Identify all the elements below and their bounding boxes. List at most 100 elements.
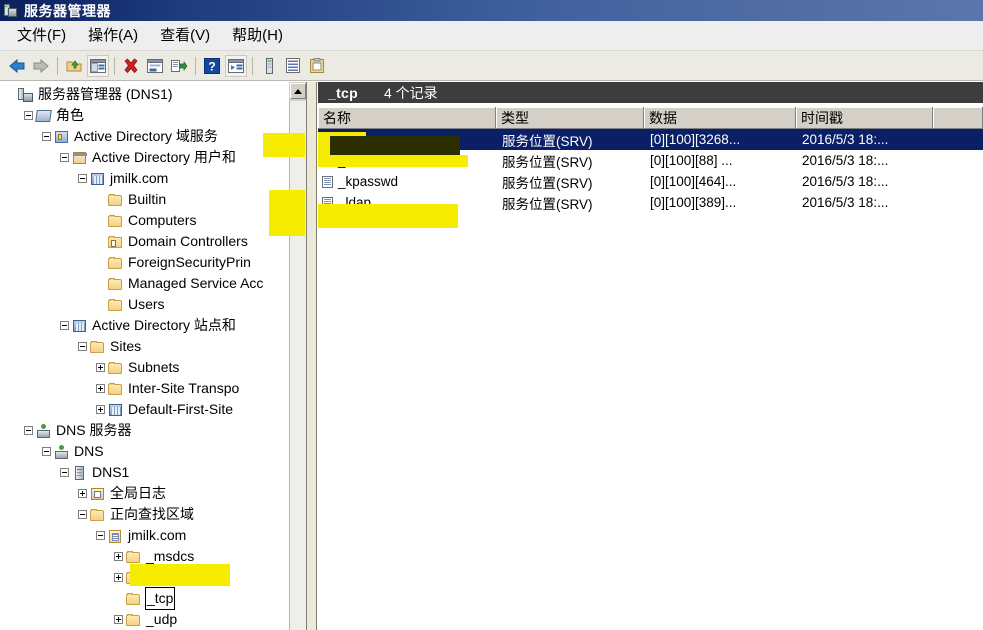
tree-item-label: _sites xyxy=(146,569,183,585)
tree-item-server-manager[interactable]: 服务器管理器 (DNS1) xyxy=(0,84,301,105)
domain-controllers-icon xyxy=(108,234,124,250)
cell-record-type: 服务位置(SRV) xyxy=(502,175,593,191)
menu-help[interactable]: 帮助(H) xyxy=(221,24,294,48)
record-name-text: _kpasswd xyxy=(338,174,399,189)
tree-item-users[interactable]: Users xyxy=(0,294,301,315)
table-row[interactable]: _ldap 服务位置(SRV) [0][100][389]... 2016/5/3 1… xyxy=(318,192,983,213)
tree-item-sites[interactable]: Sites xyxy=(0,336,301,357)
table-row[interactable]: _kpasswd 服务位置(SRV) [0][100][464]... 2016/5/… xyxy=(318,171,983,192)
tree-item-label: Users xyxy=(128,296,165,312)
expand-icon[interactable] xyxy=(78,489,87,498)
column-header-name[interactable]: 名称 xyxy=(318,107,496,129)
tree-item-dns1[interactable]: DNS1 xyxy=(0,462,301,483)
column-header-extra[interactable] xyxy=(933,107,983,129)
cell-record-timestamp: 2016/5/3 18:... xyxy=(802,132,889,147)
collapse-icon[interactable] xyxy=(60,153,69,162)
collapse-icon[interactable] xyxy=(78,342,87,351)
computer-icon xyxy=(72,465,88,481)
tree-scrollbar[interactable] xyxy=(288,82,306,630)
tree-item-inter-site-transports[interactable]: Inter-Site Transpo xyxy=(0,378,301,399)
expand-icon[interactable] xyxy=(96,405,105,414)
tree-item-ad-sites-and-services[interactable]: Active Directory 站点和 xyxy=(0,315,301,336)
tree-item-label: Subnets xyxy=(128,359,180,375)
cell-record-type: 服务位置(SRV) xyxy=(502,154,593,170)
tree-item-jmilk-com-zone[interactable]: jmilk.com xyxy=(0,525,301,546)
tree-item-jmilk-com-domain[interactable]: jmilk.com xyxy=(0,168,301,189)
folder-icon xyxy=(90,339,106,355)
tree-item-ad-domain-services[interactable]: Active Directory 域服务 xyxy=(0,126,301,147)
expand-icon[interactable] xyxy=(96,363,105,372)
scrollbar-track[interactable] xyxy=(289,101,306,630)
table-row[interactable]: _gc 服务位置(SRV) [0][100][3268... 2016/5/3 18:… xyxy=(318,129,983,150)
cell-record-type: 服务位置(SRV) xyxy=(502,133,593,149)
forward-icon[interactable] xyxy=(30,55,52,77)
menu-file[interactable]: 文件(F) xyxy=(6,24,77,48)
collapse-icon[interactable] xyxy=(60,468,69,477)
site-icon xyxy=(108,402,124,418)
expand-icon[interactable] xyxy=(114,573,123,582)
tree-item-global-logs[interactable]: 全局日志 xyxy=(0,483,301,504)
refresh-view-icon[interactable] xyxy=(225,54,247,77)
tree-item-dns[interactable]: DNS xyxy=(0,441,301,462)
tree-item-label: Domain Controllers xyxy=(128,233,248,249)
menu-view[interactable]: 查看(V) xyxy=(149,24,221,48)
back-icon[interactable] xyxy=(6,55,28,77)
cell-record-timestamp: 2016/5/3 18:... xyxy=(802,174,889,189)
tree-item-label: DNS1 xyxy=(92,464,130,480)
dns-icon xyxy=(54,444,70,460)
tree-item-builtin[interactable]: Builtin xyxy=(0,189,301,210)
expand-icon[interactable] xyxy=(114,552,123,561)
tree-item-msdcs[interactable]: _msdcs xyxy=(0,546,301,567)
column-header-timestamp[interactable]: 时间戳 xyxy=(796,107,933,129)
collapse-icon[interactable] xyxy=(24,111,33,120)
svg-text:?: ? xyxy=(208,59,215,73)
up-one-level-icon[interactable] xyxy=(63,55,85,77)
tree-item-forward-lookup-zones[interactable]: 正向查找区域 xyxy=(0,504,301,525)
collapse-icon[interactable] xyxy=(24,426,33,435)
tree-item-tcp[interactable]: _tcp xyxy=(0,587,301,610)
cell-record-type: 服务位置(SRV) xyxy=(502,196,593,212)
domain-icon xyxy=(90,171,106,187)
collapse-icon[interactable] xyxy=(96,531,105,540)
tree-item-managed-service-accounts[interactable]: Managed Service Acc xyxy=(0,273,301,294)
export-list-icon[interactable] xyxy=(168,55,190,77)
column-header-data[interactable]: 数据 xyxy=(644,107,796,129)
help-icon[interactable]: ? xyxy=(201,55,223,77)
table-row[interactable]: _kerberos 服务位置(SRV) [0][100][88] ... 2016/5… xyxy=(318,150,983,171)
expand-icon[interactable] xyxy=(96,384,105,393)
scroll-up-arrow-icon[interactable] xyxy=(289,83,306,99)
new-server-icon[interactable] xyxy=(258,55,280,77)
tree-item-computers[interactable]: Computers xyxy=(0,210,301,231)
tree-item-udp[interactable]: _udp xyxy=(0,609,301,630)
cell-record-name: _kerberos xyxy=(318,153,496,168)
tree-item-sites-zone[interactable]: _sites xyxy=(0,567,301,588)
tree-item-default-first-site[interactable]: Default-First-Site xyxy=(0,399,301,420)
tree-item-foreign-security-principals[interactable]: ForeignSecurityPrin xyxy=(0,252,301,273)
collapse-icon[interactable] xyxy=(42,132,51,141)
server-manager-icon xyxy=(3,3,19,19)
properties-icon[interactable] xyxy=(144,55,166,77)
collapse-icon[interactable] xyxy=(78,174,87,183)
list-view-icon[interactable] xyxy=(282,55,304,77)
list-header-record-count: 4 个记录 xyxy=(384,84,438,101)
expand-icon[interactable] xyxy=(114,615,123,624)
server-manager-icon xyxy=(18,87,34,103)
tree-item-subnets[interactable]: Subnets xyxy=(0,357,301,378)
tree-item-domain-controllers[interactable]: Domain Controllers xyxy=(0,231,301,252)
folder-icon xyxy=(126,570,142,586)
panel-splitter[interactable] xyxy=(306,82,317,630)
tree-item-dns-server-role[interactable]: DNS 服务器 xyxy=(0,420,301,441)
column-header-type[interactable]: 类型 xyxy=(496,107,644,129)
cell-record-data: [0][100][464]... xyxy=(650,174,737,189)
tree-item-roles[interactable]: 角色 xyxy=(0,105,301,126)
menu-action[interactable]: 操作(A) xyxy=(77,24,149,48)
collapse-icon[interactable] xyxy=(42,447,51,456)
collapse-icon[interactable] xyxy=(78,510,87,519)
tree-item-ad-users-and-computers[interactable]: Active Directory 用户和 xyxy=(0,147,301,168)
delete-icon[interactable] xyxy=(120,55,142,77)
folder-icon xyxy=(108,297,124,313)
clipboard-icon[interactable] xyxy=(306,55,328,77)
collapse-icon[interactable] xyxy=(60,321,69,330)
show-hide-console-tree-icon[interactable] xyxy=(87,54,109,77)
menu-bar: 文件(F) 操作(A) 查看(V) 帮助(H) xyxy=(0,21,983,51)
